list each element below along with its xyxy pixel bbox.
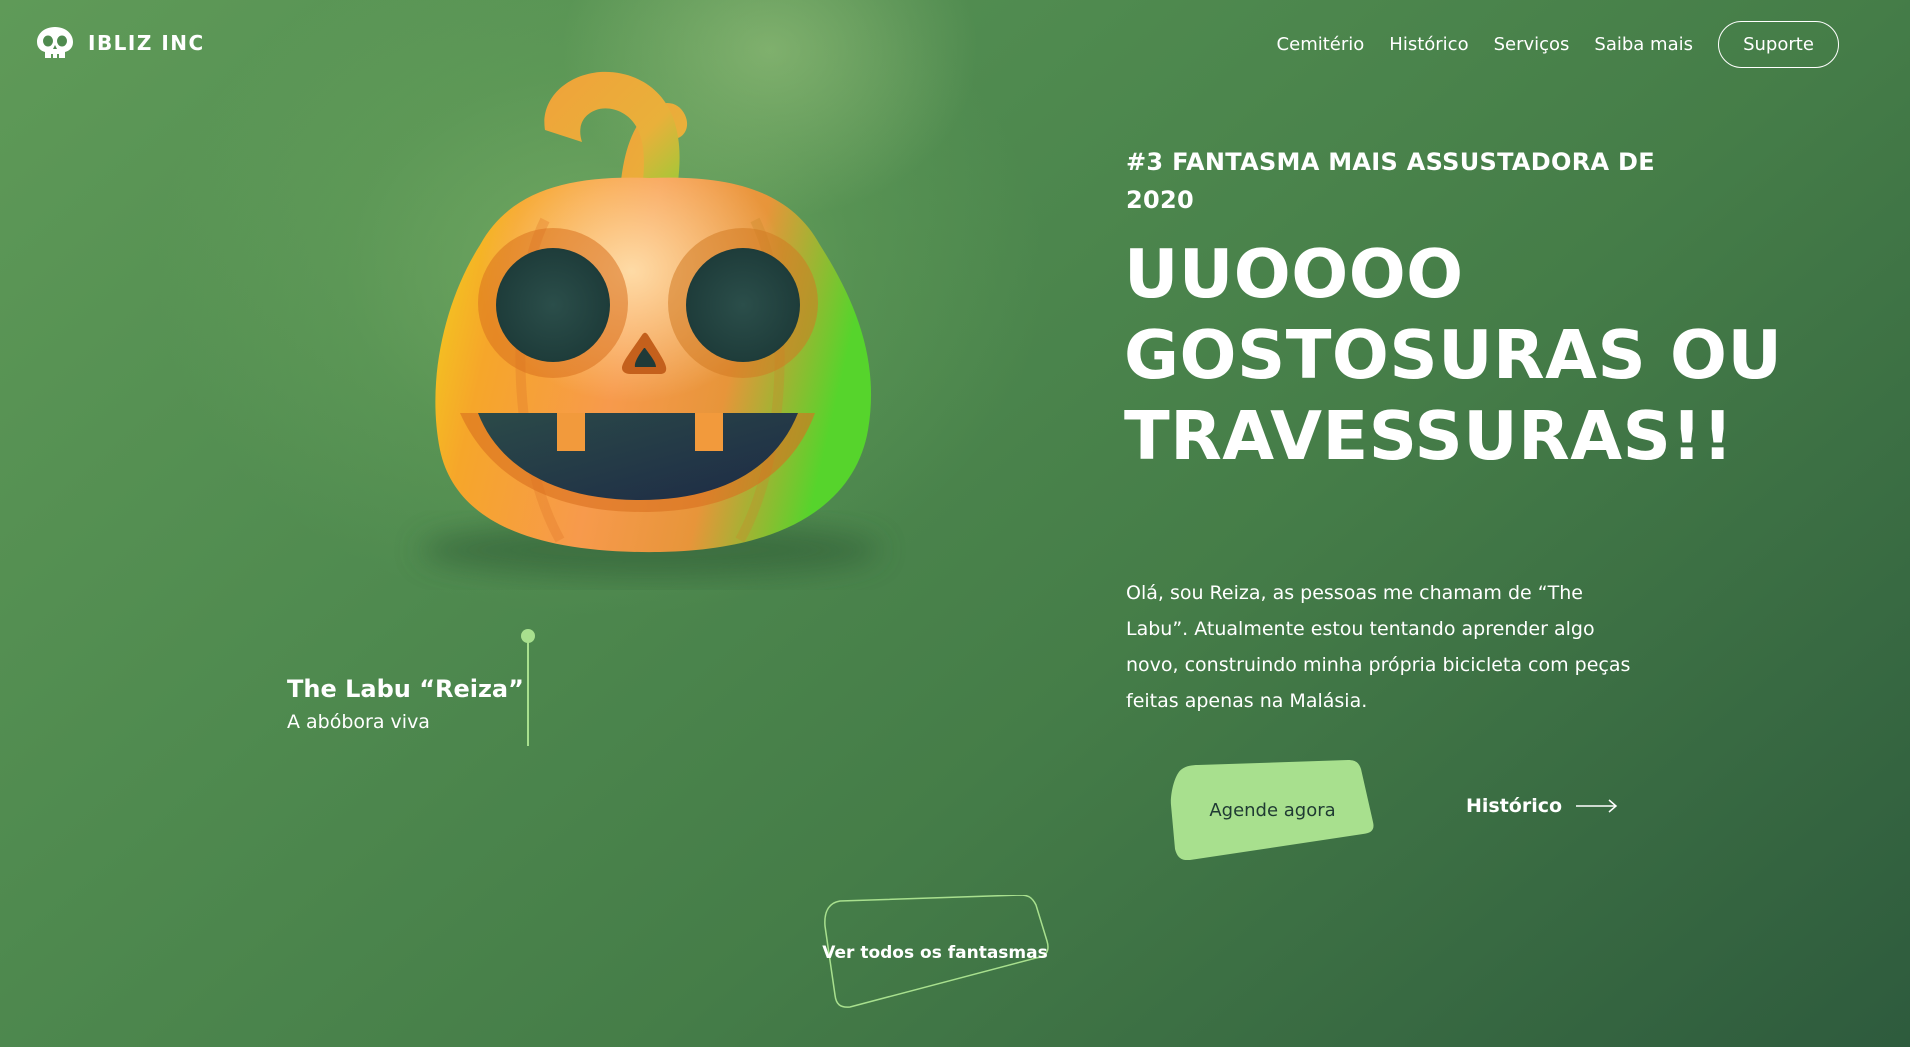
nav-item-cemiterio[interactable]: Cemitério xyxy=(1277,34,1365,55)
view-all-button-label: Ver todos os fantasmas xyxy=(822,942,1048,963)
hero-headline: UUOOOO GOSTOSURAS OU TRAVESSURAS!! xyxy=(1124,235,1783,475)
character-caption: The Labu “Reiza” A abóbora viva xyxy=(287,675,524,733)
nav-item-saiba-mais[interactable]: Saiba mais xyxy=(1594,34,1693,55)
brand-name: IBLIZ INC xyxy=(88,31,205,55)
arrow-right-icon xyxy=(1576,799,1618,813)
schedule-button[interactable]: Agende agora xyxy=(1170,760,1375,860)
support-button[interactable]: Suporte xyxy=(1718,21,1839,68)
main-nav: Cemitério Histórico Serviços Saiba mais … xyxy=(1277,21,1839,68)
history-link[interactable]: Histórico xyxy=(1466,795,1618,817)
history-link-label: Histórico xyxy=(1466,795,1563,817)
hero-intro: Olá, sou Reiza, as pessoas me chamam de … xyxy=(1126,582,1631,712)
schedule-button-label: Agende agora xyxy=(1209,799,1336,821)
character-subtitle: A abóbora viva xyxy=(287,711,430,733)
character-name: The Labu “Reiza” xyxy=(287,675,524,703)
skull-icon xyxy=(37,27,73,58)
view-all-ghosts-button[interactable]: Ver todos os fantasmas xyxy=(820,895,1050,1010)
hero-kicker: #3 FANTASMA MAIS ASSUSTADORA DE 2020 xyxy=(1126,148,1655,214)
brand-logo[interactable]: IBLIZ INC xyxy=(36,26,205,60)
pumpkin-icon xyxy=(420,71,880,578)
caption-connector-line xyxy=(527,636,529,746)
nav-item-historico[interactable]: Histórico xyxy=(1389,34,1468,55)
nav-item-servicos[interactable]: Serviços xyxy=(1494,34,1570,55)
